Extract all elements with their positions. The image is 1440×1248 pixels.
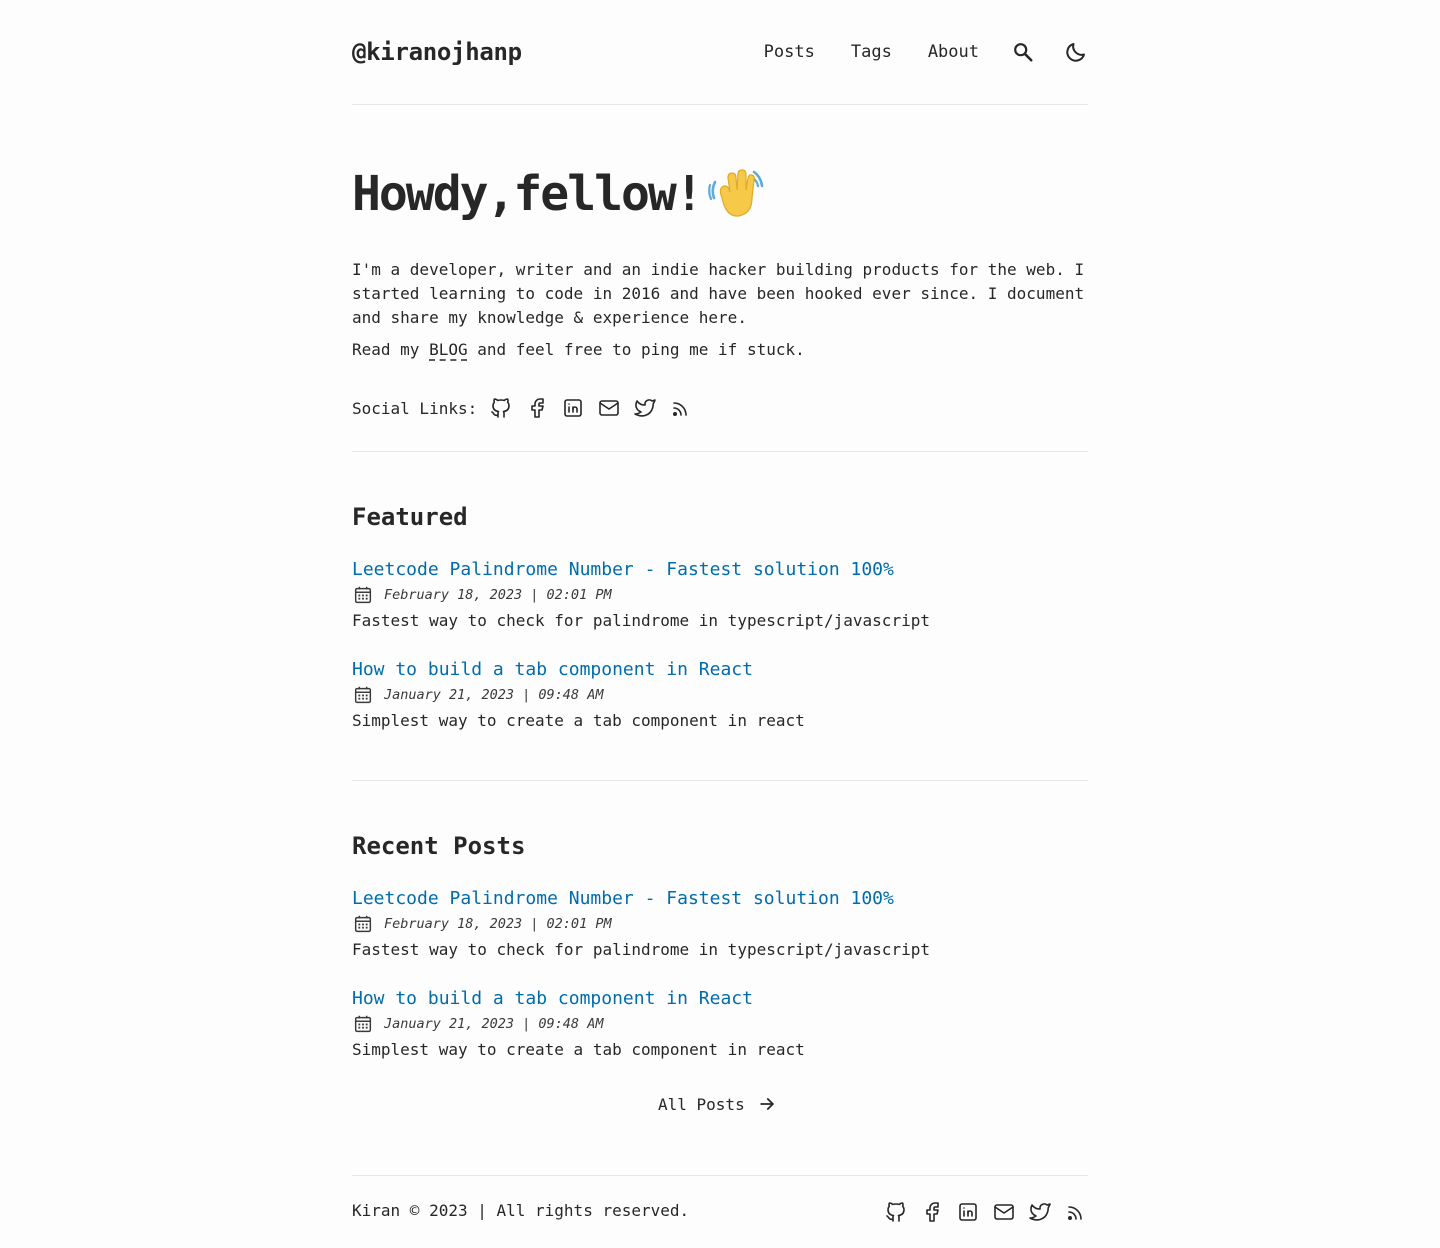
featured-post: How to build a tab component in React Ja…	[352, 658, 1088, 732]
post-title-link[interactable]: Leetcode Palindrome Number - Fastest sol…	[352, 558, 1088, 582]
mail-icon[interactable]	[992, 1200, 1016, 1224]
featured-heading: Featured	[352, 503, 468, 531]
section-divider	[352, 780, 1088, 781]
main-nav: Posts Tags About	[764, 40, 1088, 64]
blog-link[interactable]: BLOG	[429, 340, 468, 359]
all-posts-label: All Posts	[658, 1094, 745, 1114]
page-container: @kiranojhanp Posts Tags About Howdy,fell…	[352, 0, 1088, 1248]
facebook-icon[interactable]	[920, 1200, 944, 1224]
site-logo[interactable]: @kiranojhanp	[352, 38, 522, 66]
footer-divider	[352, 1175, 1088, 1176]
nav-tags[interactable]: Tags	[851, 42, 892, 62]
post-description: Fastest way to check for palindrome in t…	[352, 940, 930, 959]
twitter-icon[interactable]	[1028, 1200, 1052, 1224]
rss-icon[interactable]	[669, 396, 693, 420]
post-description: Simplest way to create a tab component i…	[352, 1040, 805, 1059]
moon-icon[interactable]	[1064, 40, 1088, 64]
facebook-icon[interactable]	[525, 396, 549, 420]
nav-posts[interactable]: Posts	[764, 42, 815, 62]
post-meta: January 21, 2023 | 09:48 AM	[352, 685, 1088, 705]
section-divider	[352, 451, 1088, 452]
site-header: @kiranojhanp Posts Tags About	[352, 0, 1088, 105]
nav-about[interactable]: About	[928, 42, 979, 62]
hero-title-text: Howdy,fellow!	[352, 166, 704, 222]
recent-post: Leetcode Palindrome Number - Fastest sol…	[352, 887, 1088, 961]
rss-icon[interactable]	[1064, 1200, 1088, 1224]
post-meta: January 21, 2023 | 09:48 AM	[352, 1014, 1088, 1034]
post-date: January 21, 2023 | 09:48 AM	[384, 687, 604, 703]
social-links: Social Links:	[352, 396, 705, 420]
post-title-link[interactable]: How to build a tab component in React	[352, 658, 1088, 682]
github-icon[interactable]	[489, 396, 513, 420]
post-title-link[interactable]: Leetcode Palindrome Number - Fastest sol…	[352, 887, 1088, 911]
calendar-icon	[352, 913, 374, 935]
featured-post: Leetcode Palindrome Number - Fastest sol…	[352, 558, 1088, 632]
arrow-right-icon	[757, 1094, 777, 1114]
waving-hand-icon	[707, 168, 764, 220]
post-description: Fastest way to check for palindrome in t…	[352, 611, 930, 630]
linkedin-icon[interactable]	[956, 1200, 980, 1224]
post-description: Simplest way to create a tab component i…	[352, 711, 805, 730]
mail-icon[interactable]	[597, 396, 621, 420]
social-links-label: Social Links:	[352, 398, 478, 418]
read-suffix: and feel free to ping me if stuck.	[467, 340, 805, 359]
footer-social-links	[872, 1200, 1088, 1224]
read-blog-line: Read my BLOG and feel free to ping me if…	[352, 338, 805, 362]
calendar-icon	[352, 684, 374, 706]
search-icon[interactable]	[1011, 40, 1035, 64]
calendar-icon	[352, 1013, 374, 1035]
recent-posts-heading: Recent Posts	[352, 832, 526, 860]
read-prefix: Read my	[352, 340, 430, 359]
post-date: February 18, 2023 | 02:01 PM	[384, 587, 612, 603]
post-date: February 18, 2023 | 02:01 PM	[384, 916, 612, 932]
github-icon[interactable]	[884, 1200, 908, 1224]
linkedin-icon[interactable]	[561, 396, 585, 420]
all-posts-link[interactable]: All Posts	[658, 1094, 777, 1114]
post-date: January 21, 2023 | 09:48 AM	[384, 1016, 604, 1032]
calendar-icon	[352, 584, 374, 606]
intro-paragraph: I'm a developer, writer and an indie hac…	[352, 260, 1085, 327]
recent-post: How to build a tab component in React Ja…	[352, 987, 1088, 1061]
twitter-icon[interactable]	[633, 396, 657, 420]
hero-title: Howdy,fellow!	[352, 166, 764, 222]
footer-copyright: Kiran © 2023 | All rights reserved.	[352, 1201, 690, 1220]
post-meta: February 18, 2023 | 02:01 PM	[352, 585, 1088, 605]
post-meta: February 18, 2023 | 02:01 PM	[352, 914, 1088, 934]
post-title-link[interactable]: How to build a tab component in React	[352, 987, 1088, 1011]
